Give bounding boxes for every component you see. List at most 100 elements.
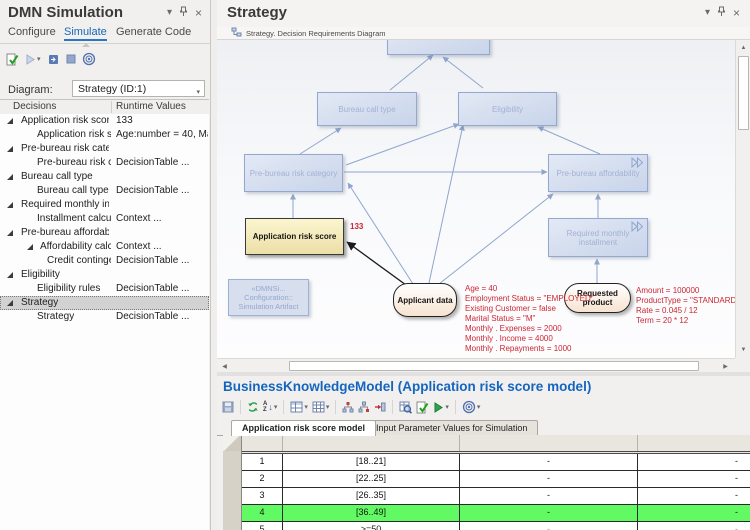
scrollbar-corner [735, 358, 750, 372]
breadcrumb: Strategy. Decision Requirements Diagram [217, 27, 750, 40]
tree-row[interactable]: Bureau call type tableDecisionTable ... [0, 184, 209, 198]
node-bureau-call-type[interactable]: Bureau call type [317, 92, 417, 126]
dmn-simulation-panel: DMN Simulation ▾ × Configure Simulate Ge… [0, 0, 211, 530]
close-icon[interactable]: × [195, 8, 202, 18]
runtime-value-label: 133 [350, 222, 363, 231]
expander-icon[interactable] [7, 118, 13, 124]
window-controls: ▾ × [167, 6, 202, 20]
tree-row[interactable]: Pre-bureau risk cate...DecisionTable ... [0, 156, 209, 170]
sort-icon[interactable]: AZ↓▾ [263, 399, 277, 415]
expander-icon[interactable] [7, 300, 13, 306]
decisions-tree: Application risk score133 Application ri… [0, 114, 209, 530]
expander-icon[interactable] [7, 230, 13, 236]
tree-row[interactable]: Bureau call type [0, 170, 209, 184]
node-applicant-data[interactable]: Applicant data [393, 283, 457, 317]
scroll-down-icon[interactable]: ▼ [738, 344, 749, 355]
window-menu-icon[interactable]: ▾ [705, 8, 710, 18]
table-row[interactable]: 2 [22..25] - - [242, 471, 750, 488]
diagram-label: Diagram: [8, 84, 53, 96]
window-controls: ▾ × [705, 6, 740, 20]
diagram-vertical-scrollbar[interactable]: ▲ ▼ [735, 40, 750, 358]
link-element-icon[interactable] [374, 399, 386, 415]
tree-row[interactable]: Eligibility rulesDecisionTable ... [0, 282, 209, 296]
bkm-marker-icon [631, 221, 645, 234]
diagram-select-value: Strategy (ID:1) [78, 83, 146, 95]
scroll-left-icon[interactable]: ◀ [219, 361, 230, 371]
pin-icon[interactable] [717, 6, 726, 20]
stop-icon[interactable] [66, 51, 76, 67]
close-icon[interactable]: × [733, 8, 740, 18]
run-icon[interactable]: ▾ [433, 399, 449, 415]
table-row-matched[interactable]: 4 [36..49] - - [242, 505, 750, 522]
node-pre-bureau-risk-category[interactable]: Pre-bureau risk category [244, 154, 343, 192]
tree-row[interactable]: Pre-bureau affordability [0, 226, 209, 240]
tree-row[interactable]: Credit contingen...DecisionTable ... [0, 254, 209, 268]
validate-icon[interactable] [6, 51, 19, 67]
scroll-thumb[interactable] [289, 361, 699, 371]
requested-product-values: Amount = 100000 ProductType = "STANDARD … [636, 286, 735, 326]
bkm-marker-icon [631, 157, 645, 170]
validate-icon[interactable] [416, 399, 429, 415]
node-required-monthly-installment[interactable]: Required monthly installment [548, 218, 648, 257]
bkm-toolbar: AZ↓▾ ▾ ▾ ▾ ▾ [222, 398, 480, 416]
tree-row[interactable]: Pre-bureau risk category [0, 142, 209, 156]
save-icon[interactable] [222, 399, 234, 415]
tab-application-risk-score-model[interactable]: Application risk score model [231, 420, 376, 436]
diagram-select[interactable]: Strategy (ID:1) ▾ [72, 80, 205, 97]
expander-icon[interactable] [27, 244, 33, 250]
window-menu-icon[interactable]: ▾ [167, 8, 172, 18]
table-row[interactable]: 5 >=50 - - [242, 522, 750, 530]
tree-row[interactable]: Application risk score133 [0, 114, 209, 128]
hit-policy-corner-cell[interactable] [223, 435, 242, 451]
simulation-target-icon[interactable] [82, 51, 96, 67]
node-simulation-artifact[interactable]: «DMNSi...Configuration::Simulation Artif… [228, 279, 309, 316]
column-decisions[interactable]: Decisions [13, 101, 56, 112]
run-simulation-icon[interactable]: ▾ [25, 51, 41, 67]
left-tab-bar: Configure Simulate Generate Code [0, 26, 210, 44]
column-divider[interactable] [111, 101, 112, 113]
table-layout-icon[interactable]: ▾ [290, 399, 308, 415]
bkm-tab-bar: Application risk score model Input Param… [217, 420, 750, 436]
tree-row[interactable]: Affordability calculat...Context ... [0, 240, 209, 254]
tree-row[interactable]: Installment calculationContext ... [0, 212, 209, 226]
find-in-table-icon[interactable] [399, 399, 412, 415]
hierarchy-alt-icon[interactable] [358, 399, 370, 415]
tab-simulate[interactable]: Simulate [64, 26, 107, 41]
scroll-up-icon[interactable]: ▲ [738, 42, 749, 53]
simulation-target-icon[interactable]: ▾ [462, 399, 481, 415]
applicant-data-values: Age = 40 Employment Status = "EMPLOYED" … [465, 284, 594, 354]
node-strategy-decision[interactable] [387, 40, 490, 55]
table-header-row [242, 435, 750, 454]
expander-icon[interactable] [7, 272, 13, 278]
grid-view-icon[interactable]: ▾ [312, 399, 330, 415]
expander-icon[interactable] [7, 174, 13, 180]
tab-configure[interactable]: Configure [8, 26, 56, 38]
strategy-diagram-panel: Strategy ▾ × Strategy. Decision Requirem… [217, 0, 750, 372]
refresh-icon[interactable] [247, 399, 259, 415]
tab-generate-code[interactable]: Generate Code [116, 26, 191, 38]
panel-title: Strategy [227, 4, 287, 21]
tree-row[interactable]: Eligibility [0, 268, 209, 282]
tree-row-selected[interactable]: Strategy [0, 296, 209, 310]
node-application-risk-score[interactable]: Application risk score [245, 218, 344, 255]
expander-icon[interactable] [7, 146, 13, 152]
scroll-thumb[interactable] [738, 56, 749, 130]
table-row[interactable]: 1 [18..21] - - [242, 454, 750, 471]
diagram-canvas[interactable]: Bureau call type Eligibility Pre-bureau … [217, 40, 735, 358]
tree-row[interactable]: Required monthly instal... [0, 198, 209, 212]
simulate-toolbar: ▾ [6, 50, 96, 68]
node-eligibility[interactable]: Eligibility [458, 92, 557, 126]
tree-row[interactable]: StrategyDecisionTable ... [0, 310, 209, 324]
tree-row[interactable]: Application risk scor...Age:number = 40,… [0, 128, 209, 142]
step-icon[interactable] [47, 51, 60, 67]
scroll-right-icon[interactable]: ▶ [720, 361, 731, 371]
dmn-simulation-app: DMN Simulation ▾ × Configure Simulate Ge… [0, 0, 750, 530]
table-row[interactable]: 3 [26..35] - - [242, 488, 750, 505]
node-pre-bureau-affordability[interactable]: Pre-bureau affordability [548, 154, 648, 192]
tab-input-parameter-values[interactable]: Input Parameter Values for Simulation [365, 420, 538, 435]
column-runtime-values[interactable]: Runtime Values [116, 101, 186, 112]
pin-icon[interactable] [179, 6, 188, 20]
hierarchy-icon[interactable] [342, 399, 354, 415]
expander-icon[interactable] [7, 202, 13, 208]
diagram-horizontal-scrollbar[interactable]: ◀ ▶ [217, 358, 735, 372]
